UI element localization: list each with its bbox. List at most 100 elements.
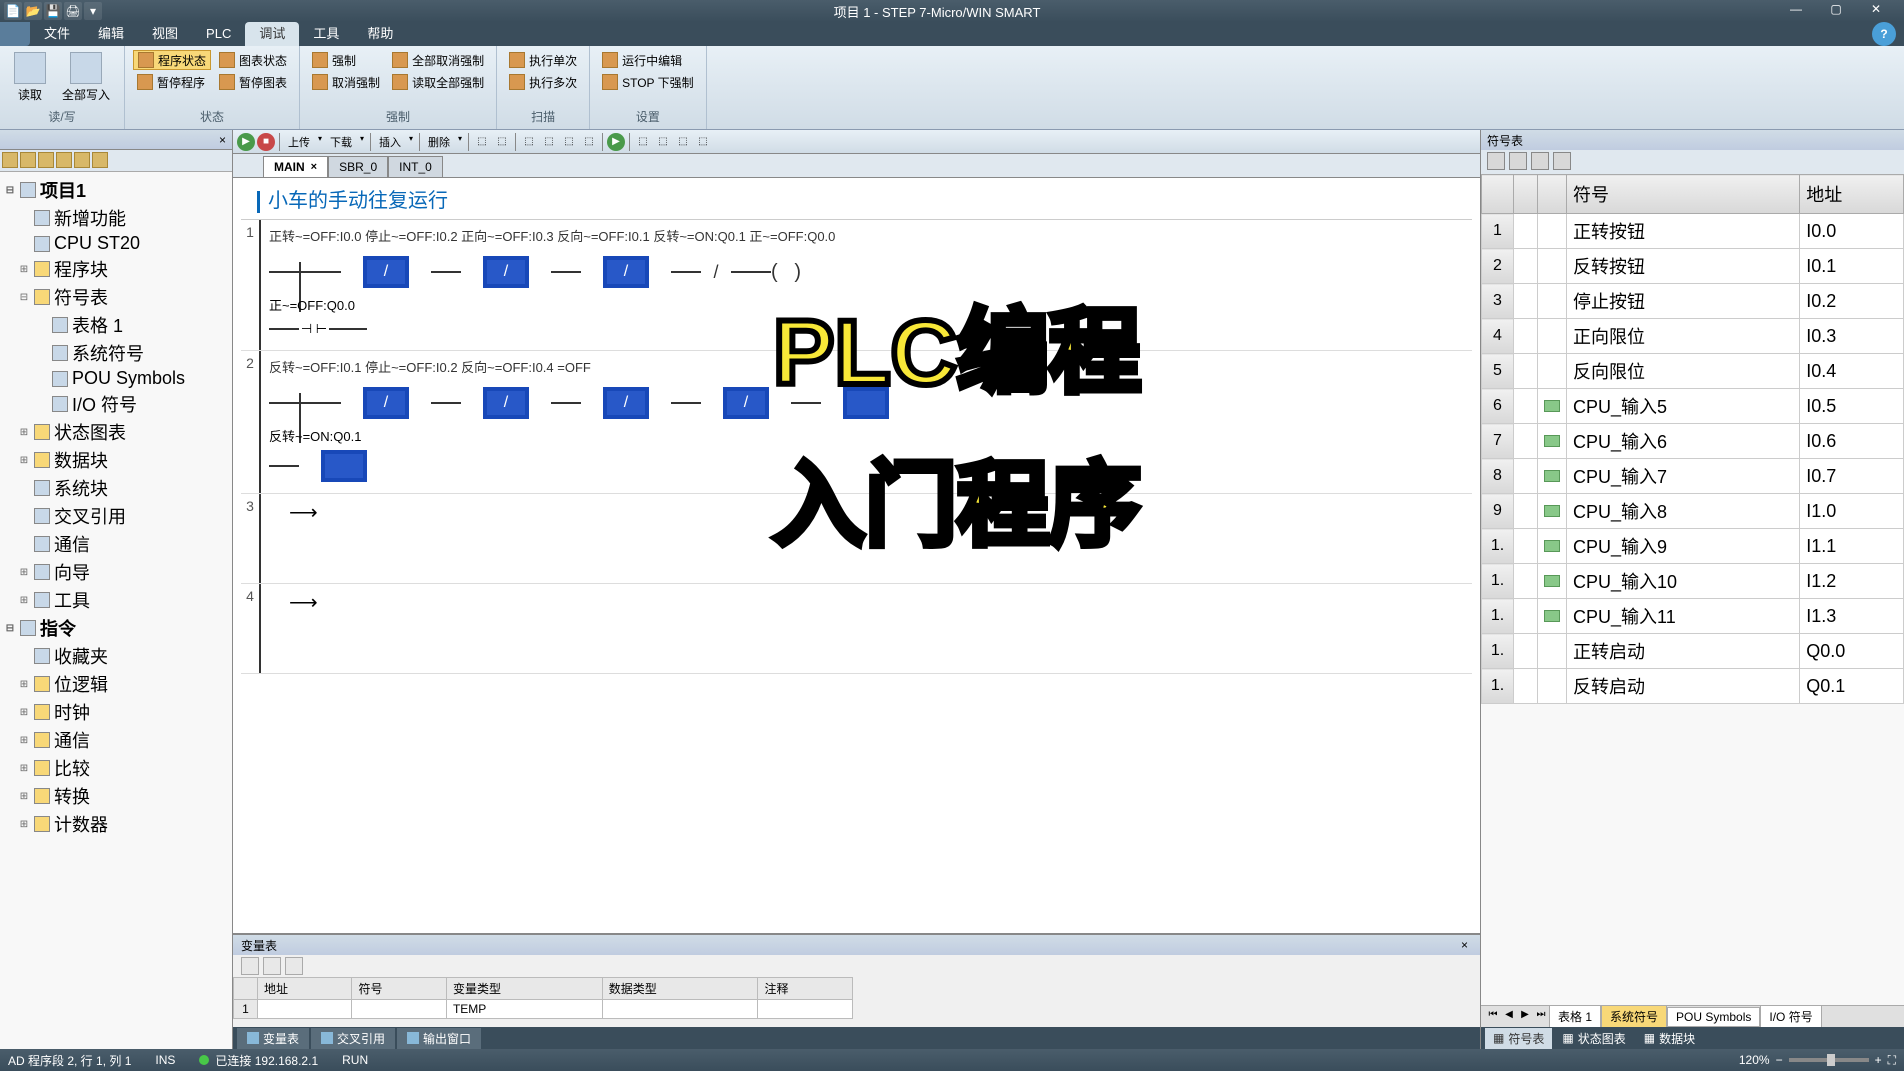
symbol-row[interactable]: 1. CPU_输入11I1.3 [1482, 599, 1904, 634]
tab-edit[interactable]: 编辑 [84, 22, 138, 46]
tab-main[interactable]: MAIN× [263, 156, 328, 177]
symbol-row[interactable]: 1. 反转启动Q0.1 [1482, 669, 1904, 704]
tb-icon[interactable]: ⬚ [540, 133, 558, 151]
sym-tab-pou[interactable]: POU Symbols [1667, 1007, 1760, 1027]
zoom-thumb[interactable] [1827, 1054, 1835, 1066]
project-tree[interactable]: ⊟项目1新增功能CPU ST20⊞程序块⊟符号表表格 1系统符号POU Symb… [0, 172, 232, 1049]
qat-save-icon[interactable]: 💾 [44, 2, 62, 20]
tb-icon[interactable]: ⬚ [473, 133, 491, 151]
run-icon[interactable]: ▶ [237, 133, 255, 151]
sym-tab-system[interactable]: 系统符号 [1601, 1005, 1667, 1028]
tree-node[interactable]: ⊞转换 [0, 782, 232, 810]
contact[interactable]: / [483, 256, 529, 288]
pause-chart-button[interactable]: 暂停图表 [215, 72, 291, 92]
pause-program-button[interactable]: 暂停程序 [133, 72, 211, 92]
contact[interactable]: / [723, 387, 769, 419]
tb-icon[interactable]: ⬚ [694, 133, 712, 151]
tab-file[interactable]: 文件 [30, 22, 84, 46]
tb-icon[interactable]: ⬚ [560, 133, 578, 151]
tree-node[interactable]: ⊞向导 [0, 558, 232, 586]
nav-prev-icon[interactable]: ◀ [1501, 1009, 1517, 1025]
ladder-editor[interactable]: 小车的手动往复运行 1 正转~=OFF:I0.0 停止~=OFF:I0.2 正向… [233, 178, 1480, 933]
read-all-force-button[interactable]: 读取全部强制 [388, 72, 488, 92]
symbol-row[interactable]: 1 正转按钮I0.0 [1482, 214, 1904, 249]
var-row[interactable]: 1 TEMP [234, 1000, 853, 1019]
contact[interactable]: / [603, 387, 649, 419]
symbol-row[interactable]: 7 CPU_输入6I0.6 [1482, 424, 1904, 459]
tab-close-icon[interactable]: × [311, 161, 317, 173]
contact[interactable]: / [483, 387, 529, 419]
symbol-row[interactable]: 6 CPU_输入5I0.5 [1482, 389, 1904, 424]
tree-node[interactable]: ⊞数据块 [0, 446, 232, 474]
stop-icon[interactable]: ■ [257, 133, 275, 151]
var-tb-btn[interactable] [285, 957, 303, 975]
network-3[interactable]: 3 ⟶ [241, 494, 1472, 584]
contact[interactable] [321, 450, 367, 482]
contact[interactable]: / [363, 256, 409, 288]
tree-node[interactable]: 交叉引用 [0, 502, 232, 530]
zoom-out-icon[interactable]: − [1776, 1053, 1783, 1067]
tree-node[interactable]: ⊟符号表 [0, 283, 232, 311]
btab-crossref[interactable]: 交叉引用 [311, 1028, 395, 1049]
qat-dropdown-icon[interactable]: ▾ [84, 2, 102, 20]
symbol-row[interactable]: 5 反向限位I0.4 [1482, 354, 1904, 389]
file-corner-button[interactable] [0, 22, 30, 46]
stop-force-button[interactable]: STOP 下强制 [598, 72, 698, 92]
close-button[interactable]: ✕ [1864, 2, 1888, 20]
run-edit-button[interactable]: 运行中编辑 [598, 50, 698, 70]
network-4[interactable]: 4 ⟶ [241, 584, 1472, 674]
chart-status-button[interactable]: 图表状态 [215, 50, 291, 70]
symbol-row[interactable]: 1. CPU_输入9I1.1 [1482, 529, 1904, 564]
variable-table[interactable]: 地址 符号 变量类型 数据类型 注释 1 TEMP [233, 977, 1480, 1027]
cancel-force-button[interactable]: 取消强制 [308, 72, 384, 92]
tree-tb-4[interactable] [56, 152, 72, 168]
help-icon[interactable]: ? [1872, 22, 1896, 46]
read-button[interactable]: 读取 [8, 50, 52, 105]
maximize-button[interactable]: ▢ [1824, 2, 1848, 20]
var-tb-btn[interactable] [241, 957, 259, 975]
sym-tb-btn[interactable] [1531, 152, 1549, 170]
zoom-fit-icon[interactable]: ⛶ [1888, 1053, 1896, 1068]
symbol-row[interactable]: 3 停止按钮I0.2 [1482, 284, 1904, 319]
nav-last-icon[interactable]: ⏭ [1533, 1009, 1549, 1025]
contact[interactable]: / [363, 387, 409, 419]
tab-debug[interactable]: 调试 [245, 22, 299, 46]
force-button[interactable]: 强制 [308, 50, 384, 70]
contact[interactable] [843, 387, 889, 419]
var-tb-btn[interactable] [263, 957, 281, 975]
tree-tb-6[interactable] [92, 152, 108, 168]
sym-tb-btn[interactable] [1553, 152, 1571, 170]
tb-icon[interactable]: ⬚ [634, 133, 652, 151]
tb-go-icon[interactable]: ▶ [607, 133, 625, 151]
tree-node[interactable]: ⊟项目1 [0, 176, 232, 204]
upload-dropdown[interactable]: 上传 [284, 132, 324, 152]
rbt-symbol[interactable]: ▦符号表 [1485, 1028, 1552, 1049]
tree-node[interactable]: 表格 1 [0, 311, 232, 339]
tree-node[interactable]: ⊞计数器 [0, 810, 232, 838]
sym-tb-btn[interactable] [1487, 152, 1505, 170]
symbol-row[interactable]: 1. 正转启动Q0.0 [1482, 634, 1904, 669]
tree-node[interactable]: 系统符号 [0, 339, 232, 367]
symbol-row[interactable]: 2 反转按钮I0.1 [1482, 249, 1904, 284]
tree-node[interactable]: ⊞时钟 [0, 698, 232, 726]
minimize-button[interactable]: — [1784, 2, 1808, 20]
exec-once-button[interactable]: 执行单次 [505, 50, 581, 70]
tree-node[interactable]: 通信 [0, 530, 232, 558]
tree-node[interactable]: I/O 符号 [0, 390, 232, 418]
tree-close-icon[interactable]: × [213, 133, 232, 147]
tb-icon[interactable]: ⬚ [580, 133, 598, 151]
tree-node[interactable]: ⊞通信 [0, 726, 232, 754]
tree-node[interactable]: ⊞比较 [0, 754, 232, 782]
tree-node[interactable]: 系统块 [0, 474, 232, 502]
qat-new-icon[interactable]: 📄 [4, 2, 22, 20]
tree-node[interactable]: ⊞位逻辑 [0, 670, 232, 698]
zoom-in-icon[interactable]: + [1875, 1053, 1882, 1067]
tb-icon[interactable]: ⬚ [654, 133, 672, 151]
symbol-row[interactable]: 4 正向限位I0.3 [1482, 319, 1904, 354]
sym-tab-io[interactable]: I/O 符号 [1760, 1005, 1821, 1028]
sym-tab-table1[interactable]: 表格 1 [1549, 1005, 1601, 1028]
download-dropdown[interactable]: 下载 [326, 132, 366, 152]
tb-icon[interactable]: ⬚ [520, 133, 538, 151]
tree-node[interactable]: POU Symbols [0, 367, 232, 390]
tab-view[interactable]: 视图 [138, 22, 192, 46]
